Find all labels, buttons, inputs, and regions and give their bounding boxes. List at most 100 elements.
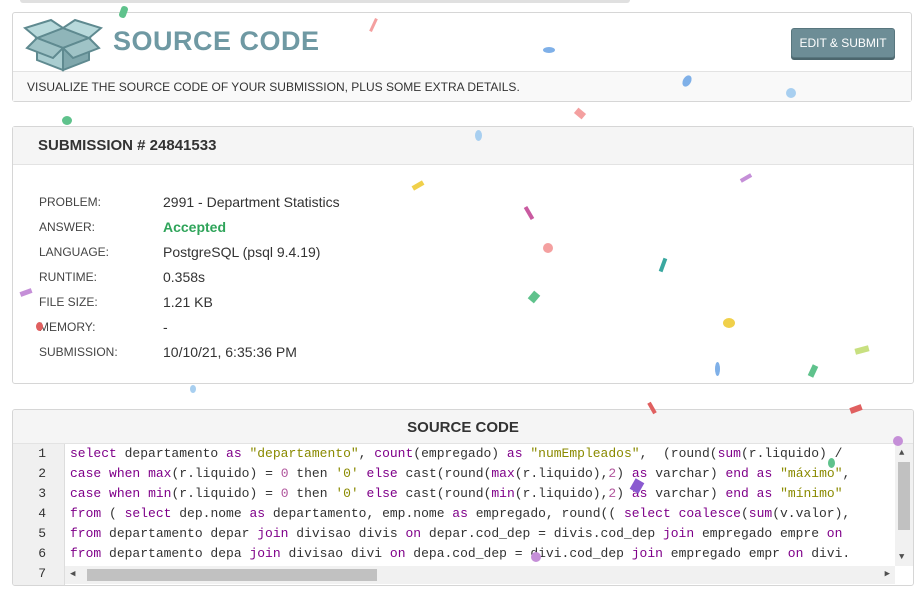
code-number: 0 bbox=[280, 466, 289, 481]
code-text: (v.valor), bbox=[772, 506, 851, 521]
line-number: 7 bbox=[38, 566, 46, 581]
confetti-piece bbox=[190, 385, 196, 393]
code-text: varchar) bbox=[647, 486, 726, 501]
header-top: SOURCE CODE EDIT & SUBMIT bbox=[13, 13, 911, 72]
line-number: 4 bbox=[38, 506, 46, 521]
submission-details: PROBLEM: 2991 - Department Statistics AN… bbox=[39, 189, 340, 364]
code-keyword: coalesce bbox=[678, 506, 741, 521]
detail-label: FILE SIZE: bbox=[39, 294, 98, 309]
line-number: 3 bbox=[38, 486, 46, 501]
scroll-up-arrow-icon[interactable]: ▲ bbox=[899, 448, 904, 458]
code-keyword: from bbox=[70, 506, 102, 521]
horizontal-scroll-thumb[interactable] bbox=[87, 569, 377, 581]
code-editor[interactable]: 1 2 3 4 5 6 7 select departamento as "departam… bbox=[13, 444, 913, 585]
code-keyword: case bbox=[70, 486, 102, 501]
detail-row-answer: ANSWER: Accepted bbox=[39, 214, 340, 239]
code-keyword: join bbox=[662, 526, 695, 541]
page: SOURCE CODE EDIT & SUBMIT VISUALIZE THE … bbox=[0, 0, 923, 605]
scroll-down-arrow-icon[interactable]: ▼ bbox=[899, 552, 904, 562]
scroll-left-arrow-icon[interactable]: ◀ bbox=[70, 569, 75, 579]
detail-row-runtime: RUNTIME: 0.358s bbox=[39, 264, 340, 289]
code-text: , bbox=[358, 446, 375, 461]
code-text: empregado empre bbox=[694, 526, 827, 541]
code-keyword: end bbox=[725, 466, 749, 481]
code-keyword: else bbox=[366, 486, 398, 501]
code-text: empregado, round(( bbox=[467, 506, 624, 521]
line-number: 2 bbox=[38, 466, 46, 481]
submission-panel: SUBMISSION # 24841533 PROBLEM: 2991 - De… bbox=[12, 126, 914, 384]
code-keyword: min bbox=[491, 486, 515, 501]
code-text: (empregado) bbox=[413, 446, 507, 461]
code-keyword: as bbox=[756, 486, 773, 501]
code-keyword: max bbox=[491, 466, 515, 481]
code-text: cast(round( bbox=[397, 486, 492, 501]
code-line: case when min(r.liquido) = 0 then '0' el… bbox=[70, 484, 892, 504]
code-keyword: case bbox=[70, 466, 102, 481]
code-text: (r.liquido) = bbox=[171, 486, 281, 501]
code-text: (r.liquido) / bbox=[740, 446, 843, 461]
line-number: 6 bbox=[38, 546, 46, 561]
line-number: 5 bbox=[38, 526, 46, 541]
code-keyword: else bbox=[366, 466, 398, 481]
code-text: depar.cod_dep = divis.cod_dep bbox=[421, 526, 663, 541]
code-text: then bbox=[288, 466, 336, 481]
code-keyword: on bbox=[787, 546, 804, 561]
open-box-icon bbox=[23, 18, 103, 72]
source-code-title: SOURCE CODE bbox=[13, 410, 913, 444]
code-text: departamento depar bbox=[101, 526, 258, 541]
code-text: divisao divi bbox=[280, 546, 390, 561]
code-keyword: join bbox=[249, 546, 281, 561]
code-line: select departamento as "departamento", c… bbox=[70, 444, 892, 464]
horizontal-scrollbar[interactable]: ◀ ▶ bbox=[65, 566, 895, 584]
code-keyword: as bbox=[249, 506, 266, 521]
line-number: 1 bbox=[38, 446, 46, 461]
code-keyword: as bbox=[226, 446, 242, 461]
code-line: from departamento depar join divisao div… bbox=[70, 524, 892, 544]
code-text: varchar) bbox=[647, 466, 726, 481]
code-string: '0' bbox=[335, 466, 359, 481]
vertical-scrollbar[interactable]: ▲ ▼ bbox=[895, 444, 913, 566]
detail-row-file-size: FILE SIZE: 1.21 KB bbox=[39, 289, 340, 314]
code-text: (r.liquido), bbox=[514, 486, 609, 501]
code-keyword: select bbox=[124, 506, 172, 521]
code-lines[interactable]: select departamento as "departamento", c… bbox=[70, 444, 892, 564]
code-keyword: sum bbox=[717, 446, 741, 461]
code-keyword: select bbox=[70, 446, 117, 461]
detail-row-memory: MEMORY: - bbox=[39, 314, 340, 339]
code-keyword: from bbox=[70, 526, 102, 541]
detail-value: 2991 - Department Statistics bbox=[163, 193, 340, 210]
detail-value: 1.21 KB bbox=[163, 293, 213, 310]
code-keyword: join bbox=[631, 546, 663, 561]
detail-value: 0.358s bbox=[163, 268, 206, 285]
code-line: from departamento depa join divisao divi… bbox=[70, 544, 892, 564]
code-text: (r.liquido), bbox=[514, 466, 609, 481]
code-keyword: when bbox=[109, 466, 141, 481]
detail-label: RUNTIME: bbox=[39, 269, 97, 284]
source-code-panel: SOURCE CODE 1 2 3 4 5 6 7 select departamento … bbox=[12, 409, 914, 586]
scroll-right-arrow-icon[interactable]: ▶ bbox=[885, 569, 890, 579]
code-keyword: join bbox=[257, 526, 289, 541]
code-keyword: on bbox=[826, 526, 843, 541]
code-keyword: sum bbox=[748, 506, 773, 521]
detail-value: 10/10/21, 6:35:36 PM bbox=[163, 343, 297, 360]
confetti-piece bbox=[573, 107, 587, 120]
detail-label: ANSWER: bbox=[39, 219, 96, 234]
top-shadow bbox=[20, 0, 630, 3]
code-text: dep.nome bbox=[171, 506, 250, 521]
code-keyword: as bbox=[506, 446, 523, 461]
code-keyword: on bbox=[389, 546, 406, 561]
code-text: ( bbox=[101, 506, 125, 521]
code-line: from ( select dep.nome as departamento, … bbox=[70, 504, 892, 524]
code-text: cast(round( bbox=[397, 466, 492, 481]
edit-submit-button[interactable]: EDIT & SUBMIT bbox=[791, 28, 895, 58]
code-text: depa.cod_dep = divi.cod_dep bbox=[405, 546, 632, 561]
vertical-scroll-thumb[interactable] bbox=[898, 462, 910, 530]
code-number: 0 bbox=[280, 486, 289, 501]
code-text: ) bbox=[616, 466, 632, 481]
